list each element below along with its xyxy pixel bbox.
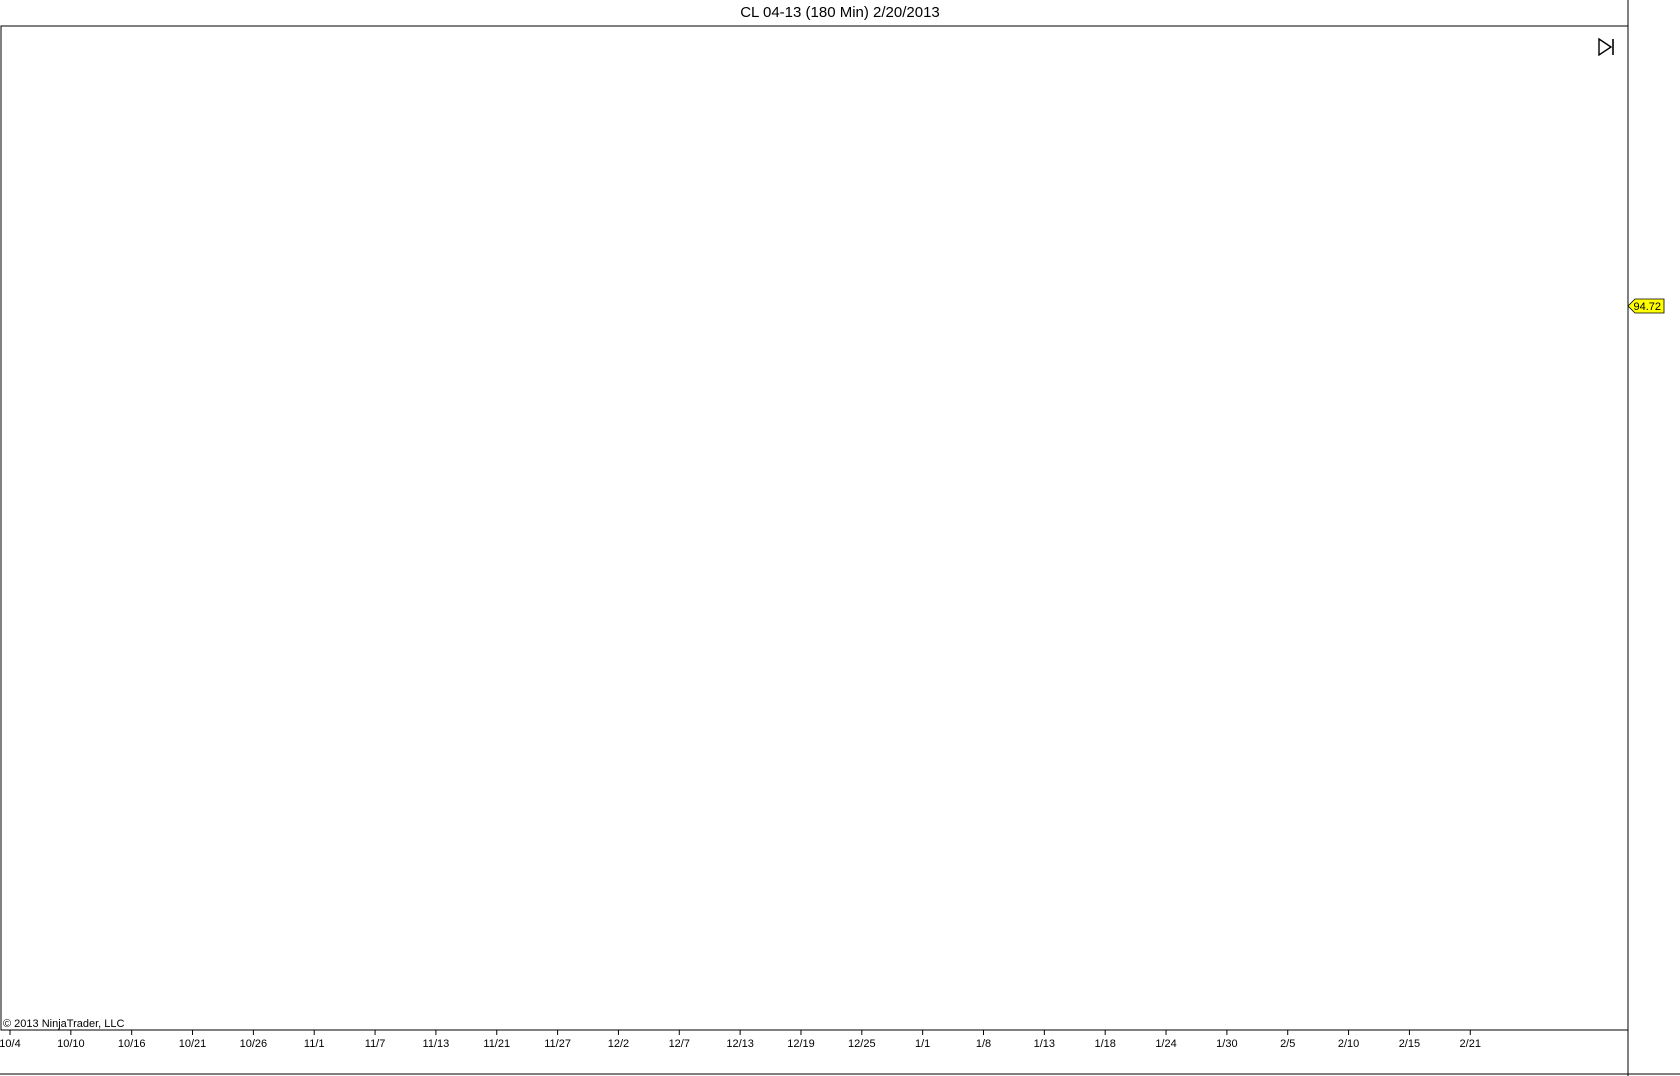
x-tick-label: 2/10 (1338, 1038, 1359, 1050)
x-tick-label: 2/15 (1399, 1038, 1420, 1050)
x-tick-label: 2/21 (1460, 1038, 1481, 1050)
price-marker-label: 94.72 (1633, 301, 1661, 313)
x-tick-label: 1/30 (1216, 1038, 1237, 1050)
x-tick-label: 10/26 (240, 1038, 268, 1050)
chart-svg: 38.20% (93.26)100.00% (93.11)161.80% (93… (0, 0, 1680, 1076)
price-marker: 94.72 (1627, 298, 1665, 314)
x-tick-label: 12/13 (726, 1038, 754, 1050)
x-tick-label: 1/24 (1155, 1038, 1176, 1050)
x-tick-label: 12/2 (608, 1038, 629, 1050)
x-tick-label: 12/25 (848, 1038, 876, 1050)
chart: CL 04-13 (180 Min) 2/20/2013 38.20% (93.… (0, 0, 1680, 1076)
x-tick-label: 11/1 (304, 1038, 325, 1050)
copyright: © 2013 NinjaTrader, LLC (3, 1018, 124, 1030)
x-tick-label: 12/19 (787, 1038, 815, 1050)
x-tick-label: 10/16 (118, 1038, 146, 1050)
x-tick-label: 10/21 (179, 1038, 207, 1050)
plot-border (0, 25, 1629, 1031)
x-tick-label: 1/13 (1034, 1038, 1055, 1050)
x-tick-label: 10/4 (0, 1038, 21, 1050)
play-icon[interactable] (1598, 37, 1616, 57)
x-tick-label: 11/21 (483, 1038, 510, 1050)
x-axis: 10/4 10/10 10/16 10/21 10/26 11/1 11/7 11/13 11/… (0, 1030, 1481, 1050)
x-tick-label: 1/18 (1094, 1038, 1115, 1050)
x-tick-label: 1/1 (915, 1038, 930, 1050)
x-tick-label: 10/10 (57, 1038, 85, 1050)
x-tick-label: 11/27 (544, 1038, 571, 1050)
x-tick-label: 2/5 (1280, 1038, 1295, 1050)
x-tick-label: 11/13 (423, 1038, 450, 1050)
plot-frame (0, 0, 1680, 1076)
x-tick-label: 12/7 (669, 1038, 690, 1050)
x-tick-label: 1/8 (976, 1038, 991, 1050)
x-tick-label: 11/7 (365, 1038, 386, 1050)
